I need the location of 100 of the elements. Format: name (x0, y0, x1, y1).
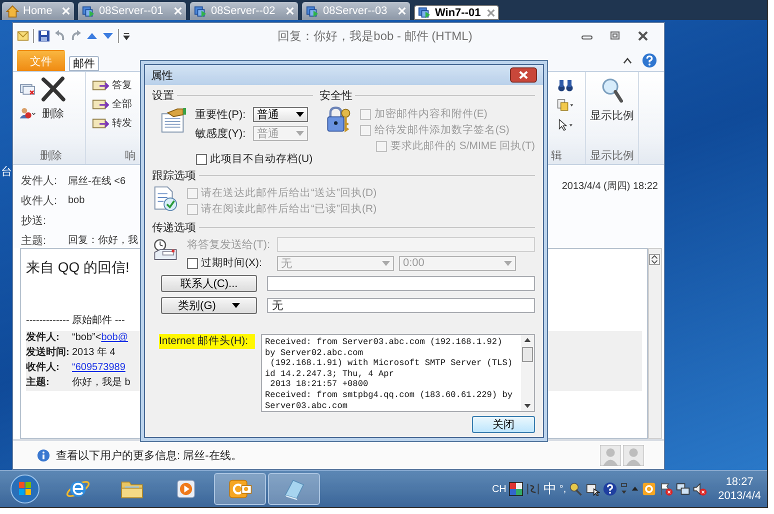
section-heading: 跟踪选项 (152, 168, 196, 182)
virtual-machine-icon (418, 6, 431, 19)
flag-error-icon[interactable] (659, 482, 674, 496)
field-label: 发件人: (21, 174, 58, 188)
field-label: 重要性(P): (195, 108, 247, 122)
field-value: bob (68, 195, 85, 206)
contacts-field[interactable] (267, 276, 535, 291)
input-mode-indicator[interactable]: 中 (543, 480, 556, 498)
info-message: 查看以下用户的更多信息: 屌丝-在线。 (56, 448, 242, 462)
mail-app-icon[interactable] (642, 482, 656, 496)
checkbox-label: 过期时间(X): (201, 256, 262, 270)
checkbox-label: 此项目不自动存档(U) (210, 152, 313, 166)
language-indicator[interactable]: CH (492, 484, 506, 494)
scroll-up-icon[interactable] (524, 338, 531, 342)
document-hand-icon (160, 107, 187, 134)
section-heading: 设置 (152, 88, 174, 102)
clock-date[interactable]: 2013/4/4 (718, 490, 761, 502)
group-label: 显示比例 (589, 149, 635, 164)
group-label: 辑 (550, 149, 563, 164)
undo-icon[interactable] (54, 30, 66, 42)
field-label: 主题: (21, 234, 48, 248)
section-heading: 安全性 (319, 88, 352, 102)
message-text: 来自 QQ 的回信! (26, 259, 130, 277)
dialog-title: 属性 (151, 68, 173, 82)
header-text: Received: from Server03.abc.com (192.168.1.92) by Server02.abc.com (192.168.1.91) with Microsoft SMTP Server (TLS) id 14.2.247.3; Thu, 4 Apr 2013 18:21:57 +0800 Received: from smtpbg4.qq.com (183.60.61.229) by Server03.abc.com (264, 336, 514, 411)
document-checkmark-icon (152, 185, 179, 212)
ribbon-tab[interactable]: 邮件 (69, 56, 99, 71)
input-method-icon[interactable] (509, 482, 524, 496)
field-label: 将答复发送给(T): (187, 238, 272, 252)
delete-button[interactable]: 删除 (38, 76, 68, 148)
paste-icon[interactable] (557, 98, 574, 112)
respond-button[interactable]: 全部 (92, 97, 134, 111)
group-label: 删除 (39, 149, 63, 164)
checkbox[interactable] (187, 258, 198, 268)
group-label: 响 (124, 149, 136, 164)
caret-icon (504, 260, 512, 266)
info-icon (37, 448, 50, 462)
speaker-muted-icon[interactable] (693, 482, 708, 496)
field-label: 发件人: (26, 332, 60, 344)
caret-icon (296, 112, 304, 117)
categories-field[interactable]: 无 (267, 298, 535, 313)
email-link[interactable]: bob@ (101, 332, 128, 343)
save-icon[interactable] (38, 30, 50, 42)
email-link[interactable]: “609573989 (72, 362, 126, 373)
tools-icon[interactable] (569, 482, 584, 496)
punctuation-indicator[interactable]: °, (559, 484, 566, 494)
field-value: 你好，我是 b (72, 377, 130, 389)
scrollbar-thumb[interactable] (522, 347, 533, 362)
maximize-icon[interactable] (608, 31, 622, 41)
checkbox-label: 请在送达此邮件后给出“送达”回执(D) (201, 186, 377, 200)
virtual-machine-icon (82, 4, 95, 18)
help-icon[interactable] (642, 53, 657, 68)
window-title: 回复：你好，我是bob - 邮件 (HTML) (276, 28, 474, 44)
contacts-button[interactable]: 联系人(C)... (161, 275, 257, 292)
envelopes-icon[interactable] (19, 82, 36, 96)
delete-x-icon (40, 76, 66, 102)
field-value: 屌丝-在线 <6 (68, 174, 126, 188)
field-label: 敏感度(Y): (195, 126, 247, 141)
expand-icon[interactable] (649, 254, 660, 265)
field-label: 发送时间: (26, 347, 70, 359)
caret-icon (232, 303, 240, 308)
checkbox-label: 给待发邮件添加数字签名(S) (374, 123, 510, 137)
help-icon[interactable] (603, 482, 618, 496)
redo-icon[interactable] (70, 30, 82, 42)
close-dialog-button[interactable]: 关闭 (472, 416, 535, 433)
checkbox-label: 请在阅读此邮件后给出“已读”回执(R) (201, 202, 377, 216)
sent-date: 2013/4/4 (周四) 18:22 (562, 180, 658, 194)
checkbox-label: 加密邮件内容和附件(E) (374, 107, 488, 121)
caret-icon (382, 260, 390, 266)
field-value: 2013 年 4 (72, 347, 116, 359)
zoom-button[interactable]: 显示比例 (588, 76, 636, 148)
scrollbar[interactable] (521, 335, 534, 411)
close-icon[interactable] (636, 31, 650, 41)
original-message-divider: ------------- 原始邮件 --- (26, 314, 125, 327)
field-value: “bob”<bob@ (72, 332, 128, 344)
section-heading: 传递选项 (152, 220, 196, 234)
binoculars-icon[interactable] (557, 78, 574, 92)
magnifier-icon (601, 76, 623, 104)
envelope-icon[interactable] (17, 30, 29, 42)
taskbar-button[interactable] (214, 473, 266, 505)
respond-button[interactable]: 答复 (92, 78, 134, 92)
field-label: 抄送: (21, 214, 48, 228)
categories-button[interactable]: 类别(G) (161, 297, 257, 314)
close-button[interactable] (510, 67, 537, 83)
importance-dropdown[interactable]: 普通 (253, 107, 308, 122)
scrollbar[interactable] (648, 248, 662, 439)
field-value: 回复：你好，我 (68, 234, 138, 248)
vm-tab[interactable]: Win7--01 (414, 5, 499, 20)
scroll-down-icon[interactable] (524, 404, 531, 408)
cursor-icon[interactable] (557, 118, 574, 132)
start-button[interactable] (10, 474, 40, 504)
field-label: 收件人: (26, 362, 60, 374)
network-icon[interactable] (676, 482, 690, 496)
caret-icon (296, 131, 304, 136)
house-icon (6, 4, 19, 18)
field-label: 收件人: (21, 194, 58, 208)
checkbox[interactable] (196, 154, 207, 164)
respond-button[interactable]: 转发 (92, 116, 134, 130)
clock-time[interactable]: 18:27 (726, 476, 754, 488)
customize-caret-icon[interactable] (123, 30, 130, 42)
